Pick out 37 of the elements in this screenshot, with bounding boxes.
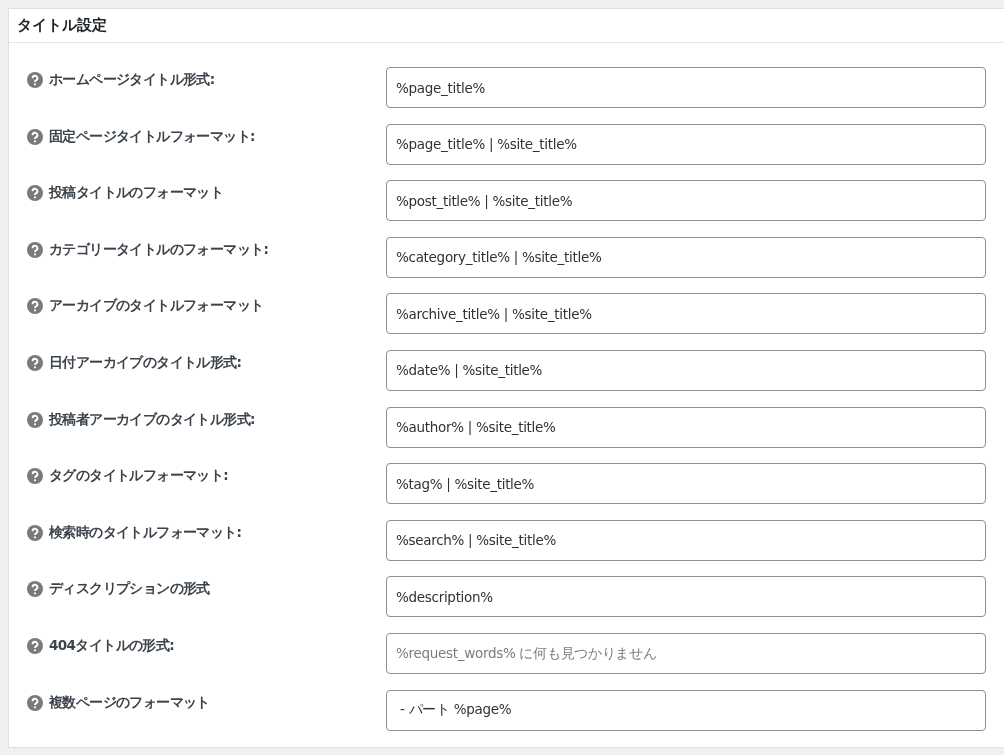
- help-icon[interactable]: [27, 72, 43, 88]
- help-icon[interactable]: [27, 241, 43, 258]
- help-icon[interactable]: [27, 468, 43, 485]
- text-field[interactable]: %description%: [386, 576, 986, 618]
- help-icon[interactable]: [27, 694, 43, 711]
- setting-label: ディスクリプションの形式: [49, 580, 210, 599]
- setting-label: アーカイブのタイトルフォーマット: [49, 297, 264, 316]
- help-icon[interactable]: [27, 185, 43, 202]
- help-icon[interactable]: [27, 411, 43, 428]
- setting-label: 固定ページタイトルフォーマット:: [49, 127, 255, 146]
- panel-title: タイトル設定: [17, 16, 107, 35]
- text-field[interactable]: %tag% | %site_title%: [386, 463, 986, 505]
- setting-label: 検索時のタイトルフォーマット:: [49, 523, 242, 542]
- setting-label: 404タイトルの形式:: [49, 636, 174, 655]
- text-field[interactable]: %search% | %site_title%: [386, 519, 986, 561]
- help-icon[interactable]: [27, 524, 43, 541]
- text-field[interactable]: %category_title% | %site_title%: [386, 236, 986, 278]
- setting-label: 複数ページのフォーマット: [49, 693, 210, 712]
- help-icon[interactable]: [27, 298, 43, 315]
- text-field[interactable]: %page_title% | %site_title%: [386, 123, 986, 165]
- text-field[interactable]: %date% | %site_title%: [386, 349, 986, 391]
- text-field[interactable]: - パート %page%: [386, 689, 986, 731]
- setting-label: 日付アーカイブのタイトル形式:: [49, 353, 242, 372]
- text-field[interactable]: %request_words% に何も見つかりません: [386, 632, 986, 674]
- setting-label: ホームページタイトル形式:: [49, 71, 215, 89]
- help-icon[interactable]: [27, 581, 43, 598]
- help-icon[interactable]: [27, 637, 43, 654]
- text-field[interactable]: %post_title% | %site_title%: [386, 180, 986, 222]
- setting-label: カテゴリータイトルのフォーマット:: [49, 240, 269, 259]
- text-field[interactable]: %page_title%: [386, 67, 986, 108]
- setting-label: タグのタイトルフォーマット:: [49, 467, 228, 486]
- text-field[interactable]: %archive_title% | %site_title%: [386, 293, 986, 335]
- help-icon[interactable]: [27, 354, 43, 371]
- setting-label: 投稿者アーカイブのタイトル形式:: [49, 410, 255, 429]
- help-icon[interactable]: [27, 128, 43, 145]
- setting-label: 投稿タイトルのフォーマット: [49, 184, 224, 203]
- text-field[interactable]: %author% | %site_title%: [386, 406, 986, 448]
